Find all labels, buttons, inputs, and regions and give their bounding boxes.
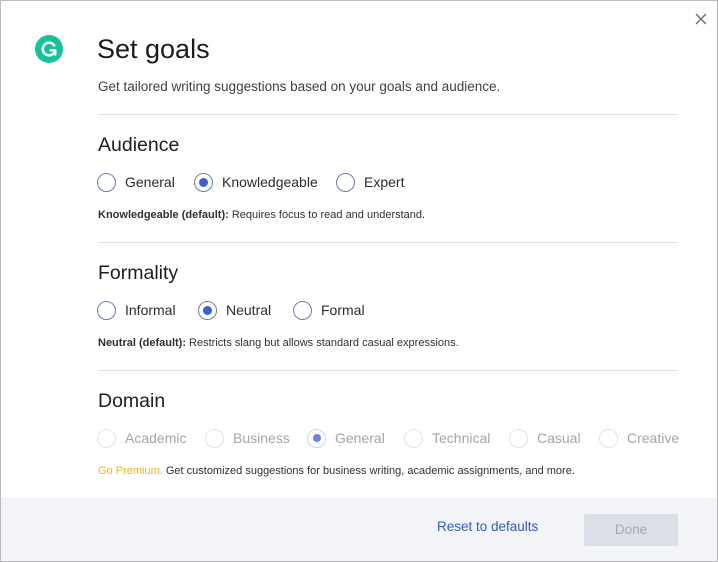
audience-desc-text: Requires focus to read and understand. — [228, 209, 426, 221]
radio-circle — [404, 428, 423, 448]
go-premium-link[interactable]: Go Premium. — [98, 465, 163, 477]
radio-audience-general[interactable]: General — [97, 171, 175, 193]
audience-description: Knowledgeable (default): Requires focus … — [98, 208, 425, 222]
radio-circle — [205, 428, 224, 448]
radio-label: Casual — [537, 430, 581, 446]
formality-desc-text: Restricts slang but allows standard casu… — [186, 337, 459, 349]
domain-heading: Domain — [98, 390, 166, 412]
radio-circle — [198, 300, 217, 320]
radio-formality-informal[interactable]: Informal — [97, 299, 176, 321]
radio-label: General — [335, 430, 385, 446]
radio-audience-expert[interactable]: Expert — [336, 171, 404, 193]
radio-formality-formal[interactable]: Formal — [293, 299, 365, 321]
radio-circle — [293, 300, 312, 320]
radio-label: Formal — [321, 302, 365, 318]
radio-circle — [336, 172, 355, 192]
radio-domain-technical: Technical — [404, 427, 490, 449]
radio-label: Expert — [364, 174, 405, 190]
audience-desc-bold: Knowledgeable (default): — [98, 209, 229, 221]
radio-circle — [307, 428, 326, 448]
radio-label: Neutral — [226, 302, 272, 318]
radio-circle — [97, 300, 116, 320]
formality-description: Neutral (default): Restricts slang but a… — [98, 336, 459, 350]
radio-label: Creative — [627, 430, 680, 446]
divider — [98, 370, 678, 371]
radio-label: General — [125, 174, 175, 190]
set-goals-dialog: Set goals Get tailored writing suggestio… — [0, 0, 718, 562]
radio-label: Business — [233, 430, 290, 446]
radio-label: Technical — [432, 430, 491, 446]
radio-domain-general: General — [307, 427, 385, 449]
domain-premium-note: Go Premium. Get customized suggestions f… — [98, 464, 575, 478]
reset-to-defaults-button[interactable]: Reset to defaults — [437, 518, 538, 536]
dialog-subtitle: Get tailored writing suggestions based o… — [98, 79, 501, 94]
close-icon[interactable] — [693, 11, 709, 27]
radio-circle — [97, 172, 116, 192]
formality-desc-bold: Neutral (default): — [98, 337, 186, 349]
grammarly-logo-icon — [35, 35, 63, 63]
radio-domain-creative: Creative — [599, 427, 679, 449]
divider — [98, 114, 678, 115]
radio-domain-business: Business — [205, 427, 290, 449]
radio-label: Informal — [125, 302, 176, 318]
dialog-footer: Reset to defaults Done — [1, 498, 717, 561]
radio-circle — [599, 428, 618, 448]
radio-formality-neutral[interactable]: Neutral — [198, 299, 271, 321]
radio-circle — [194, 172, 213, 192]
radio-label: Academic — [125, 430, 187, 446]
radio-label: Knowledgeable — [222, 174, 318, 190]
formality-heading: Formality — [98, 262, 179, 284]
radio-audience-knowledgeable[interactable]: Knowledgeable — [194, 171, 318, 193]
radio-domain-casual: Casual — [509, 427, 581, 449]
done-button[interactable]: Done — [584, 514, 678, 546]
radio-circle — [97, 428, 116, 448]
radio-domain-academic: Academic — [97, 427, 186, 449]
radio-circle — [509, 428, 528, 448]
divider — [98, 242, 678, 243]
audience-heading: Audience — [98, 134, 180, 156]
dialog-title: Set goals — [97, 34, 210, 64]
premium-description: Get customized suggestions for business … — [162, 465, 575, 477]
